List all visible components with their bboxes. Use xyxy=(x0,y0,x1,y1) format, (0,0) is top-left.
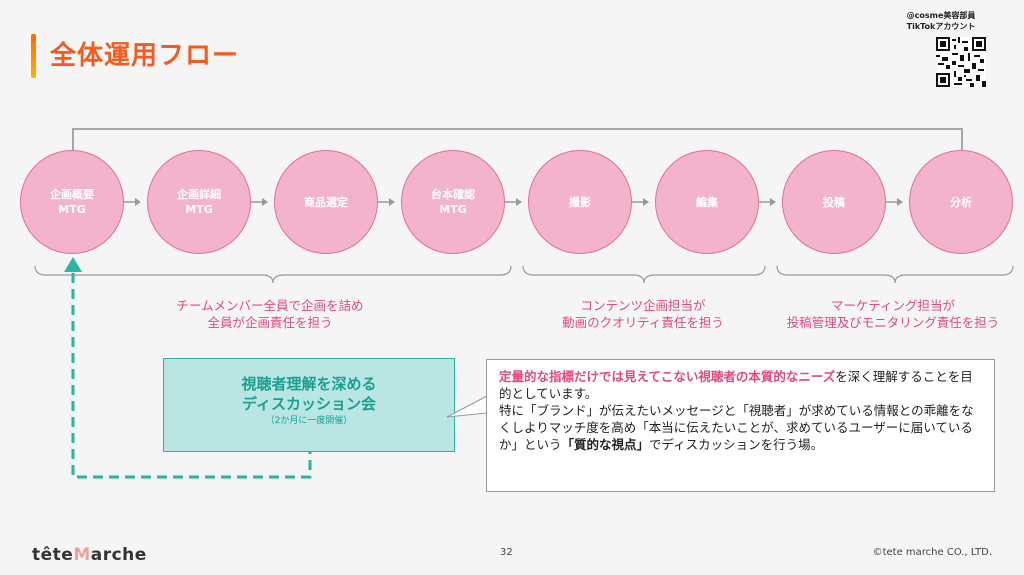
flow-step-4: 台本確認 MTG xyxy=(401,150,505,254)
qr-caption: @cosme美容部員 TikTokアカウント xyxy=(886,10,996,32)
discussion-box: 視聴者理解を深める ディスカッション会 （2か月に一度開催） xyxy=(163,358,455,452)
flow-step-6: 編集 xyxy=(655,150,759,254)
qr-caption-line2: TikTokアカウント xyxy=(906,22,976,31)
group-brace-2 xyxy=(522,265,766,284)
group-desc-3-line1: マーケティング担当が xyxy=(830,298,955,313)
group-desc-2-line1: コンテンツ企画担当が xyxy=(580,298,706,313)
group-desc-2-line2: 動画のクオリティ責任を担う xyxy=(562,315,724,330)
callout-highlight: 定量的な指標だけでは見えてこない視聴者の本質的なニーズ xyxy=(499,369,836,384)
logo-part-2: arche xyxy=(90,545,147,565)
flow-arrow-icon xyxy=(505,198,522,206)
callout-paragraph-1: 定量的な指標だけでは見えてこない視聴者の本質的なニーズを深く理解することを目的と… xyxy=(499,368,982,402)
logo-part-1: tête xyxy=(32,545,74,565)
loop-line-left xyxy=(72,128,74,150)
discussion-note: （2か月に一度開催） xyxy=(265,416,353,426)
loop-line-right xyxy=(961,128,963,150)
flow-step-1: 企画概要 MTG xyxy=(20,150,124,254)
group-desc-3-line2: 投稿管理及びモニタリング責任を担う xyxy=(786,315,1000,330)
flow-arrow-icon xyxy=(378,198,395,206)
page-number: 32 xyxy=(500,547,513,558)
logo-m: M xyxy=(73,545,91,565)
flow-arrow-icon xyxy=(124,198,141,206)
title-accent-bar xyxy=(31,34,36,78)
flow-step-3: 商品選定 xyxy=(274,150,378,254)
flow-step-7: 投稿 xyxy=(782,150,886,254)
group-desc-2: コンテンツ企画担当が 動画のクオリティ責任を担う xyxy=(520,297,766,331)
flow-arrow-icon xyxy=(886,198,903,206)
loop-line-top xyxy=(72,128,962,130)
flow-arrow-icon xyxy=(632,198,649,206)
callout-paragraph-2: 特に「ブランド」が伝えたいメッセージと「視聴者」が求めている情報との乖離をなくし… xyxy=(499,402,982,453)
qr-code-icon[interactable] xyxy=(936,37,986,87)
group-desc-3: マーケティング担当が 投稿管理及びモニタリング責任を担う xyxy=(762,297,1024,331)
flow-arrow-icon xyxy=(251,198,268,206)
company-logo: têteMarche xyxy=(32,544,147,566)
callout-description: 定量的な指標だけでは見えてこない視聴者の本質的なニーズを深く理解することを目的と… xyxy=(486,359,995,492)
discussion-title-line2: ディスカッション会 xyxy=(242,395,376,413)
callout-bold: 「質的な視点」 xyxy=(561,437,650,452)
callout-pointer xyxy=(446,395,488,418)
flow-step-8: 分析 xyxy=(909,150,1013,254)
page-title: 全体運用フロー xyxy=(50,41,240,71)
copyright: ©tete marche CO., LTD. xyxy=(872,547,992,558)
flow-step-2: 企画詳細 MTG xyxy=(147,150,251,254)
flow-arrow-icon xyxy=(759,198,776,206)
discussion-title-line1: 視聴者理解を深める xyxy=(241,375,377,393)
callout-p2-c: でディスカッションを行う場。 xyxy=(649,437,824,452)
flow-step-5: 撮影 xyxy=(528,150,632,254)
group-brace-3 xyxy=(776,265,1014,284)
qr-caption-line1: @cosme美容部員 xyxy=(906,11,976,20)
